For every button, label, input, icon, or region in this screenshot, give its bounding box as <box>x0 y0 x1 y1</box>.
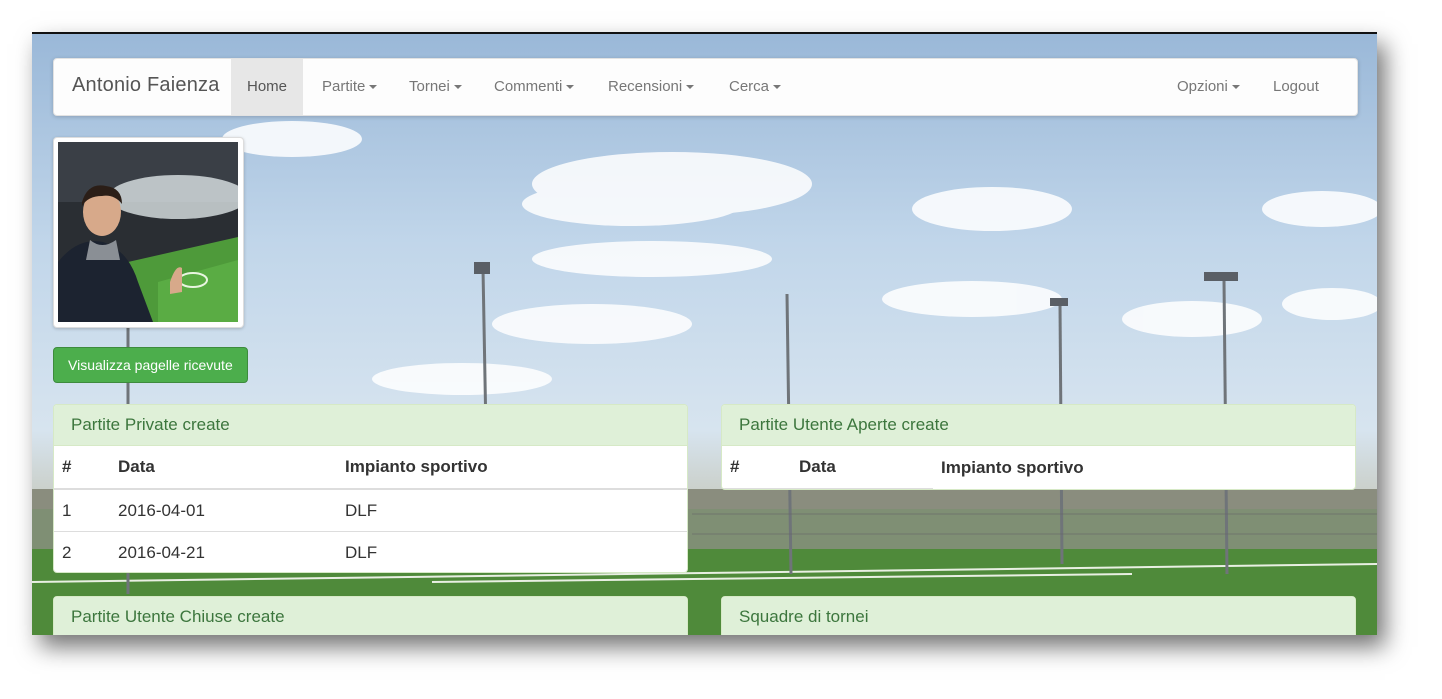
panel-open-matches-title: Partite Utente Aperte create <box>722 405 1355 446</box>
open-matches-table: # Data Impianto sportivo <box>722 446 1355 489</box>
row-date: 2016-04-21 <box>110 531 337 572</box>
caret-down-icon <box>453 85 462 90</box>
nav-opzioni-label: Opzioni <box>1177 78 1228 95</box>
table-header-row: # Data Impianto sportivo <box>722 446 1355 489</box>
panel-tournament-teams-title: Squadre di tornei <box>722 597 1355 635</box>
browser-viewport: Antonio Faienza Home Partite Tornei Comm… <box>32 32 1377 635</box>
nav-cerca-dropdown[interactable]: Cerca <box>729 59 782 115</box>
column-header-impianto: Impianto sportivo <box>337 446 687 490</box>
caret-down-icon <box>1231 85 1240 90</box>
column-header-data: Data <box>791 446 933 489</box>
table-row[interactable]: 1 2016-04-01 DLF <box>54 489 687 532</box>
column-header-number: # <box>722 446 791 489</box>
nav-cerca-label: Cerca <box>729 78 770 95</box>
row-number: 2 <box>54 531 110 572</box>
nav-recensioni-label: Recensioni <box>608 78 683 95</box>
view-ratings-button[interactable]: Visualizza pagelle ricevute <box>53 347 248 383</box>
brand-name[interactable]: Antonio Faienza <box>72 74 220 97</box>
nav-tornei-label: Tornei <box>409 78 450 95</box>
table-header-row: # Data Impianto sportivo <box>54 446 687 490</box>
panel-tournament-teams: Squadre di tornei <box>721 596 1356 635</box>
top-navbar: Antonio Faienza Home Partite Tornei Comm… <box>53 58 1358 116</box>
panel-closed-matches-title: Partite Utente Chiuse create <box>54 597 687 635</box>
column-header-impianto: Impianto sportivo <box>941 457 1084 477</box>
row-date: 2016-04-01 <box>118 500 205 520</box>
panel-closed-matches: Partite Utente Chiuse create <box>53 596 688 635</box>
panel-private-matches-title: Partite Private create <box>54 405 687 446</box>
nav-logout[interactable]: Logout <box>1273 59 1319 115</box>
nav-commenti-label: Commenti <box>494 78 563 95</box>
panel-private-matches: Partite Private create # Data Impianto s… <box>53 404 688 573</box>
caret-down-icon <box>686 85 695 90</box>
profile-avatar <box>53 137 244 328</box>
column-header-data: Data <box>110 446 337 490</box>
nav-commenti-dropdown[interactable]: Commenti <box>494 59 575 115</box>
nav-recensioni-dropdown[interactable]: Recensioni <box>608 59 695 115</box>
nav-partite-dropdown[interactable]: Partite <box>322 59 378 115</box>
nav-tornei-dropdown[interactable]: Tornei <box>409 59 462 115</box>
nav-partite-label: Partite <box>322 78 366 95</box>
profile-photo <box>58 142 238 322</box>
row-venue: DLF <box>345 500 378 520</box>
caret-down-icon <box>369 85 378 90</box>
caret-down-icon <box>566 85 575 90</box>
row-number: 1 <box>62 500 72 520</box>
caret-down-icon <box>773 85 782 90</box>
nav-opzioni-dropdown[interactable]: Opzioni <box>1177 59 1240 115</box>
column-header-number: # <box>54 446 110 490</box>
private-matches-table: # Data Impianto sportivo 1 2016-04-01 DL… <box>54 446 687 572</box>
row-venue: DLF <box>337 531 687 572</box>
table-row[interactable]: 2 2016-04-21 DLF <box>54 531 687 572</box>
panel-open-matches: Partite Utente Aperte create # Data Impi… <box>721 404 1356 490</box>
nav-home[interactable]: Home <box>231 59 304 115</box>
